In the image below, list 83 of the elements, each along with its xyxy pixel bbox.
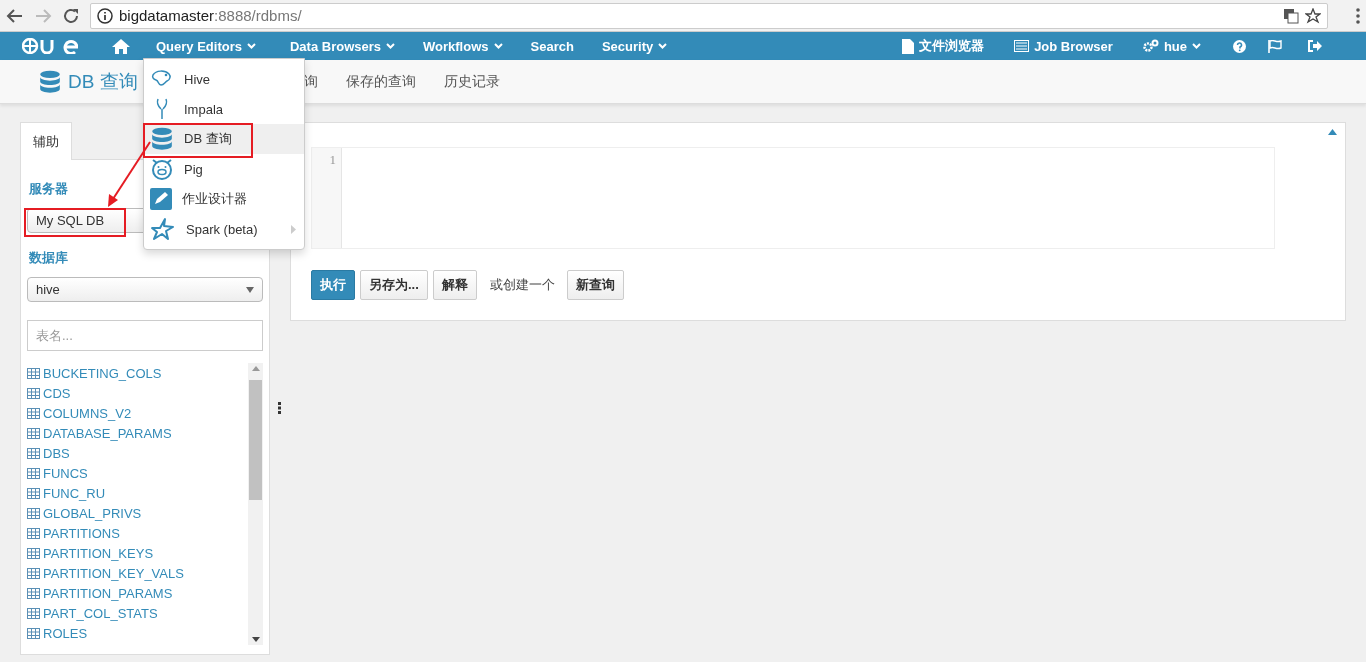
table-list-item[interactable]: DATABASE_PARAMS [27, 423, 246, 443]
nav-menu[interactable]: Workflows [423, 32, 503, 60]
menu-item[interactable]: Hive [144, 64, 304, 94]
action-button[interactable]: 另存为... [360, 270, 428, 300]
table-list-item[interactable]: FUNC_RU [27, 483, 246, 503]
table-icon [27, 547, 40, 559]
address-field[interactable]: bigdatamaster:8888/rdbms/ [90, 2, 1328, 29]
menu-item[interactable]: Spark (beta) [144, 214, 304, 244]
table-icon [27, 427, 40, 439]
menu-icon[interactable] [1356, 7, 1360, 24]
database-icon [38, 69, 62, 94]
sub-nav-link[interactable]: 询 [303, 72, 318, 91]
reload-icon[interactable] [62, 6, 80, 25]
nav-menu[interactable]: hue [1142, 32, 1201, 60]
annotation-arrow [108, 141, 151, 207]
scroll-up-icon[interactable] [251, 366, 260, 371]
sign-out-icon[interactable] [1308, 40, 1322, 52]
pencil-square-icon [150, 188, 172, 210]
table-icon [27, 447, 40, 459]
table-icon [27, 527, 40, 539]
table-icon [27, 367, 40, 379]
info-icon [97, 7, 113, 24]
nav-menu[interactable]: Search [530, 32, 574, 60]
table-list-item[interactable]: PARTITIONS [27, 523, 246, 543]
table-list-item[interactable]: DBS [27, 443, 246, 463]
table-search-field[interactable]: 表名... [27, 320, 263, 351]
document-icon [902, 38, 915, 54]
table-icon [27, 607, 40, 619]
flag-icon[interactable] [1268, 39, 1282, 53]
page-title: DB 查询 [68, 69, 138, 94]
table-icon [27, 387, 40, 399]
gears-icon [1142, 39, 1159, 53]
nav-menu[interactable]: Security [601, 32, 668, 60]
star-icon [150, 217, 176, 241]
menu-item[interactable]: Impala [144, 94, 304, 124]
list-icon [1014, 40, 1030, 52]
scroll-down-icon[interactable] [251, 637, 260, 642]
table-list-item[interactable]: PART_COL_STATS [27, 603, 246, 623]
line-number: 1 [328, 152, 336, 168]
translate-icon[interactable] [1283, 7, 1299, 24]
collapse-icon[interactable] [1328, 129, 1337, 135]
table-icon [27, 467, 40, 479]
nav-menu[interactable]: Data Browsers [289, 32, 395, 60]
menu-item[interactable]: Pig [144, 154, 304, 184]
table-icon [27, 587, 40, 599]
pig-icon [150, 157, 174, 181]
table-icon [27, 627, 40, 639]
table-list-item[interactable]: FUNCS [27, 463, 246, 483]
execute-button[interactable]: 执行 [311, 270, 355, 300]
table-icon [27, 487, 40, 499]
menu-item[interactable]: DB 查询 [144, 124, 304, 154]
scrollbar[interactable] [248, 363, 263, 645]
database-icon [150, 127, 174, 151]
table-list-item[interactable]: BUCKETING_COLS [27, 363, 246, 383]
panel-tab[interactable]: 辅助 [20, 122, 72, 160]
table-list-item[interactable]: PARTITION_KEYS [27, 543, 246, 563]
table-icon [27, 507, 40, 519]
database-label: 数据库 [29, 249, 69, 267]
sub-nav-link[interactable]: 历史记录 [443, 72, 500, 91]
or-text: 或创建一个 [489, 276, 555, 294]
caret-down-icon [246, 286, 254, 293]
sub-nav-link[interactable]: 保存的查询 [345, 72, 416, 91]
back-icon[interactable] [6, 6, 24, 25]
home-icon[interactable] [112, 38, 130, 54]
table-list-item[interactable]: COLUMNS_V2 [27, 403, 246, 423]
action-button[interactable]: 新查询 [566, 270, 624, 300]
help-icon[interactable] [1233, 39, 1246, 53]
nav-menu[interactable]: Job Browser [1014, 32, 1113, 60]
table-icon [27, 407, 40, 419]
table-icon [27, 567, 40, 579]
database-select[interactable]: hive [27, 277, 263, 302]
star-icon[interactable] [1305, 7, 1321, 24]
action-button[interactable]: 解释 [432, 270, 477, 300]
table-list-item[interactable]: CDS [27, 383, 246, 403]
code-editor[interactable]: 1 [311, 147, 1275, 249]
table-list-item[interactable]: PARTITION_KEY_VALS [27, 563, 246, 583]
table-list-item[interactable]: GLOBAL_PRIVS [27, 503, 246, 523]
nav-menu[interactable]: 文件浏览器 [902, 32, 985, 60]
resize-handle-icon[interactable] [278, 402, 282, 414]
hue-logo[interactable] [22, 38, 78, 54]
table-list-item[interactable]: ROLES [27, 623, 246, 643]
table-list-item[interactable]: PARTITION_PARAMS [27, 583, 246, 603]
menu-item[interactable]: 作业设计器 [144, 184, 304, 214]
